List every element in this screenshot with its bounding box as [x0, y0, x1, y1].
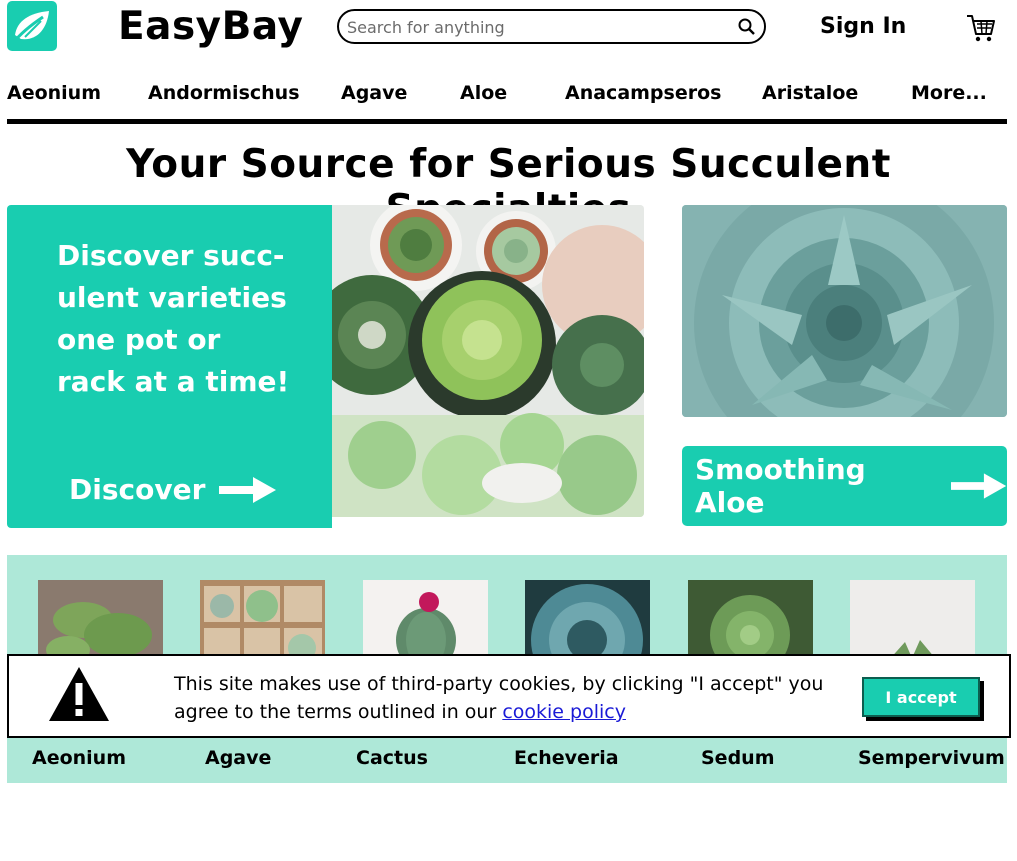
search-bar[interactable]: [337, 9, 766, 44]
discover-label: Discover: [69, 473, 206, 506]
leaf-logo-icon: [11, 11, 49, 44]
category-label-echeveria[interactable]: Echeveria: [514, 747, 619, 769]
arrow-right-icon: [219, 476, 277, 503]
succulent-pots-photo: [332, 205, 644, 517]
cart-icon: [967, 15, 995, 42]
nav-divider: [7, 119, 1007, 124]
search-input[interactable]: [347, 17, 727, 37]
category-label-cactus[interactable]: Cactus: [356, 747, 428, 769]
agave-rosette-photo: [682, 205, 1007, 417]
category-label-sempervivum[interactable]: Sempervivum: [858, 747, 1005, 769]
warning-icon: [49, 667, 109, 721]
smoothing-aloe-button[interactable]: Smoothing Aloe: [682, 446, 1007, 526]
arrow-right-icon: [950, 473, 1007, 499]
brand-name[interactable]: EasyBay: [118, 4, 303, 49]
cookie-banner: This site makes use of third-party cooki…: [7, 654, 1011, 738]
nav-item-agave[interactable]: Agave: [341, 82, 407, 104]
accept-cookies-button[interactable]: I accept: [862, 677, 980, 717]
nav-item-more[interactable]: More...: [911, 82, 987, 104]
hero-card: Discover succ- ulent varieties one pot o…: [7, 205, 332, 528]
hero-text: Discover succ- ulent varieties one pot o…: [57, 239, 290, 398]
cookie-message-text: This site makes use of third-party cooki…: [174, 673, 824, 723]
search-icon[interactable]: [737, 17, 757, 37]
sign-in-link[interactable]: Sign In: [820, 14, 906, 39]
nav-item-andormischus[interactable]: Andormischus: [148, 82, 300, 104]
category-label-aeonium[interactable]: Aeonium: [32, 747, 126, 769]
logo[interactable]: [7, 1, 57, 51]
discover-button[interactable]: Discover: [69, 473, 277, 506]
nav-item-anacampseros[interactable]: Anacampseros: [565, 82, 721, 104]
nav-item-aeonium[interactable]: Aeonium: [7, 82, 101, 104]
cart-button[interactable]: [965, 12, 997, 48]
category-label-agave[interactable]: Agave: [205, 747, 271, 769]
nav-item-aristaloe[interactable]: Aristaloe: [762, 82, 858, 104]
nav-item-aloe[interactable]: Aloe: [460, 82, 507, 104]
category-nav: Aeonium Andormischus Agave Aloe Anacamps…: [7, 82, 1007, 112]
smoothing-aloe-label: Smoothing Aloe: [695, 453, 866, 519]
category-label-sedum[interactable]: Sedum: [701, 747, 775, 769]
cookie-message: This site makes use of third-party cooki…: [174, 670, 824, 726]
cookie-policy-link[interactable]: cookie policy: [502, 701, 626, 723]
